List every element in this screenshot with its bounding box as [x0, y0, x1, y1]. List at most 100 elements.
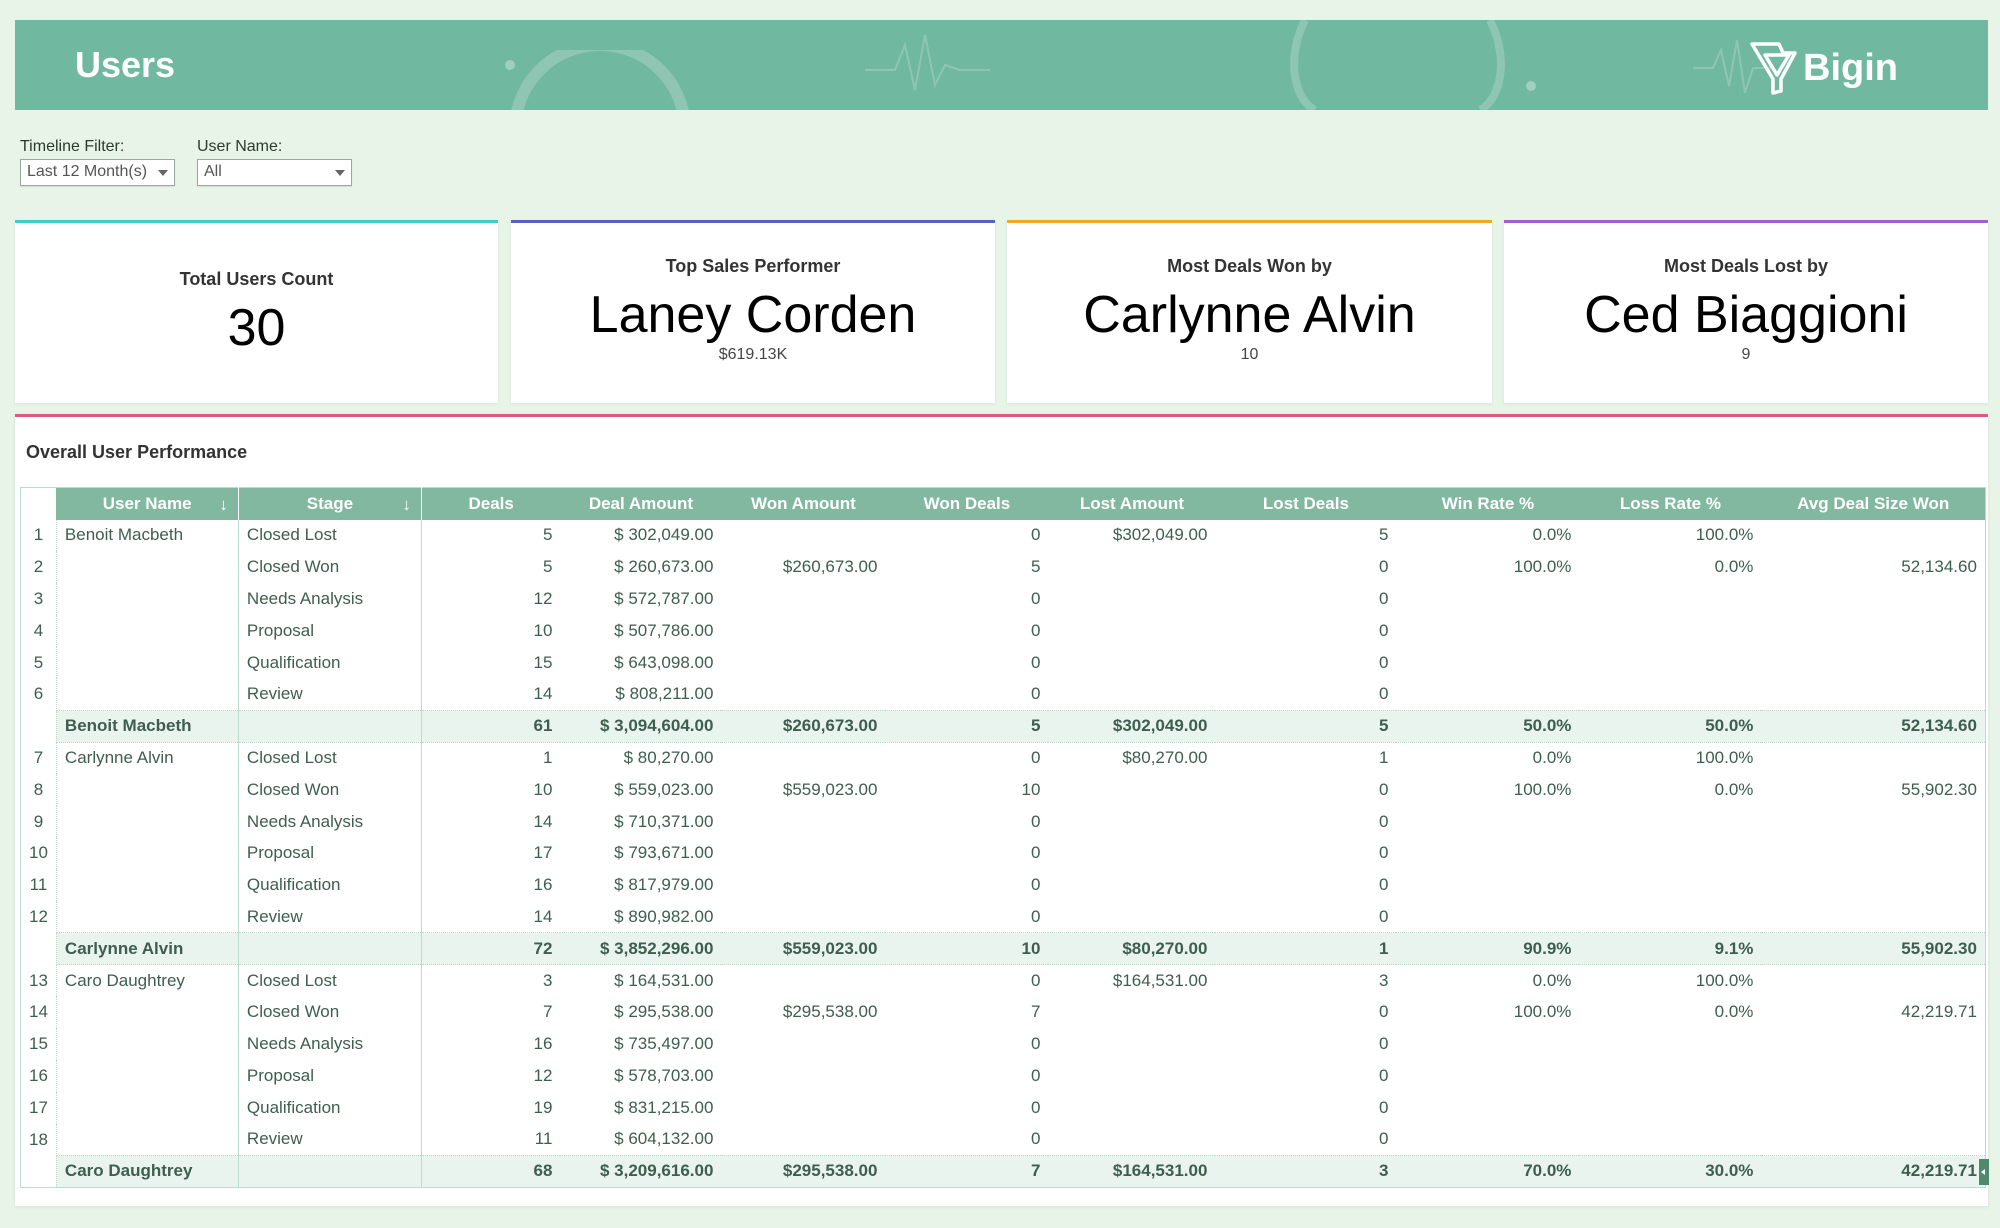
lost-amount-cell: [1048, 901, 1215, 933]
kpi-card-title: Most Deals Won by: [1167, 256, 1332, 276]
column-header-user-name[interactable]: User Name ↓: [56, 487, 239, 520]
table-row[interactable]: 11 Qualification 16 $ 817,979.00 0 0: [20, 869, 1986, 902]
table-row[interactable]: 12 Review 14 $ 890,982.00 0 0: [20, 901, 1986, 933]
won-deals-cell: 0: [1030, 1129, 1041, 1149]
user-name-cell: Carlynne Alvin: [56, 742, 239, 774]
lost-amount-cell: [1048, 551, 1215, 583]
won-amount-cell: [721, 837, 885, 869]
row-number: 17: [20, 1091, 57, 1124]
deals-cell: 10: [533, 620, 553, 640]
win-rate-cell: [1396, 1060, 1579, 1092]
row-number: 7: [20, 742, 57, 774]
win-rate-cell: 50.0%: [1396, 709, 1580, 743]
loss-rate-cell: 0.0%: [1714, 779, 1754, 799]
column-header-deals[interactable]: Deals: [421, 487, 561, 520]
table-row[interactable]: 5 Qualification 15 $ 643,098.00 0 0: [20, 646, 1986, 679]
stage-cell: [238, 932, 422, 966]
avg-deal-size-won-cell: 42,219.71: [1901, 1002, 1977, 1022]
row-number: 10: [20, 837, 57, 870]
loss-rate-cell: [1579, 837, 1761, 869]
lost-deals-cell: 0: [1378, 843, 1389, 863]
table-row[interactable]: 4 Proposal 10 $ 507,786.00 0 0: [20, 614, 1986, 647]
won-deals-cell: 7: [885, 1154, 1049, 1188]
stage-cell: Proposal: [238, 614, 422, 647]
column-header-won-deals[interactable]: Won Deals: [885, 487, 1049, 520]
table-row[interactable]: 16 Proposal 12 $ 578,703.00 0 0: [20, 1060, 1986, 1092]
collapse-panel-handle-icon[interactable]: [1978, 1158, 1989, 1185]
avg-deal-size-won-cell: 52,134.60: [1761, 709, 1986, 743]
table-row[interactable]: 1 Benoit Macbeth Closed Lost 5 $ 302,049.00 0…: [20, 519, 1986, 552]
decorative-ring-icon: [1290, 20, 1505, 110]
table-row[interactable]: 8 Closed Won 10 $ 559,023.00 $559,023.00 10 0 1…: [20, 773, 1986, 806]
timeline-filter: Timeline Filter: Last 12 Month(s): [20, 138, 175, 186]
win-rate-cell: 100.0%: [1513, 1002, 1572, 1022]
user-name-filter-label: User Name:: [197, 138, 283, 155]
user-name-cell: [56, 1091, 239, 1124]
deal-amount-cell: $ 295,538.00: [614, 1002, 714, 1022]
won-deals-cell: 0: [1030, 748, 1041, 768]
table-row[interactable]: 2 Closed Won 5 $ 260,673.00 $260,673.00 5 0 100…: [20, 551, 1986, 584]
deal-amount-cell: $ 831,215.00: [614, 1097, 714, 1117]
avg-deal-size-won-cell: [1761, 742, 1985, 774]
table-row[interactable]: 3 Needs Analysis 12 $ 572,787.00 0 0: [20, 583, 1986, 615]
table-row[interactable]: 7 Carlynne Alvin Closed Lost 1 $ 80,270.00 0 $…: [20, 742, 1986, 774]
table-row[interactable]: 14 Closed Won 7 $ 295,538.00 $295,538.00 7 0 10…: [20, 996, 1986, 1029]
won-deals-cell: 7: [1030, 1002, 1041, 1022]
timeline-filter-value: Last 12 Month(s): [27, 163, 148, 180]
lost-deals-cell: 0: [1378, 1065, 1389, 1085]
column-header-win-rate[interactable]: Win Rate %: [1396, 487, 1580, 520]
user-name-filter-select[interactable]: All: [197, 159, 352, 186]
row-number: 18: [20, 1123, 57, 1156]
avg-deal-size-won-cell: [1761, 1124, 1985, 1156]
subtotal-row[interactable]: Caro Daughtrey 68 $ 3,209,616.00 $295,538.0…: [20, 1154, 1989, 1188]
lost-amount-cell: $302,049.00: [1112, 525, 1208, 545]
loss-rate-cell: [1579, 1060, 1761, 1092]
decorative-dot-icon: [1526, 81, 1536, 91]
win-rate-cell: 90.9%: [1396, 932, 1580, 966]
column-header-avg-deal-size-won[interactable]: Avg Deal Size Won: [1761, 487, 1986, 520]
won-deals-cell: 0: [1030, 1065, 1041, 1085]
table-row[interactable]: 17 Qualification 19 $ 831,215.00 0 0: [20, 1091, 1986, 1124]
deal-amount-cell: $ 808,211.00: [615, 684, 714, 704]
column-header-stage[interactable]: Stage ↓: [238, 487, 422, 520]
table-row[interactable]: 10 Proposal 17 $ 793,671.00 0 0: [20, 837, 1986, 870]
won-deals-cell: 0: [1030, 525, 1041, 545]
won-deals-cell: 0: [1030, 620, 1041, 640]
win-rate-cell: [1396, 901, 1579, 933]
avg-deal-size-won-cell: [1761, 615, 1985, 647]
subtotal-row[interactable]: Carlynne Alvin 72 $ 3,852,296.00 $559,023.0…: [20, 932, 1986, 966]
table-row[interactable]: 13 Caro Daughtrey Closed Lost 3 $ 164,531.00…: [20, 964, 1986, 997]
loss-rate-cell: [1579, 1124, 1761, 1156]
sort-arrow-icon[interactable]: ↓: [219, 495, 228, 515]
table-body: 1 Benoit Macbeth Closed Lost 5 $ 302,049.00 0…: [20, 519, 1989, 1188]
user-name-cell: Carlynne Alvin: [56, 932, 239, 966]
loss-rate-cell: 0.0%: [1714, 557, 1754, 577]
sort-arrow-icon[interactable]: ↓: [402, 495, 411, 515]
won-deals-cell: 0: [1030, 1034, 1041, 1054]
table-row[interactable]: 9 Needs Analysis 14 $ 710,371.00 0 0: [20, 805, 1986, 838]
lost-amount-cell: [1048, 774, 1215, 806]
timeline-filter-select[interactable]: Last 12 Month(s): [20, 159, 175, 186]
won-amount-cell: [721, 678, 885, 710]
win-rate-cell: [1396, 583, 1579, 615]
table-row[interactable]: 15 Needs Analysis 16 $ 735,497.00 0 0: [20, 1028, 1986, 1061]
deal-amount-cell: $ 817,979.00: [614, 875, 714, 895]
avg-deal-size-won-cell: [1761, 647, 1985, 679]
subtotal-row[interactable]: Benoit Macbeth 61 $ 3,094,604.00 $260,673.0…: [20, 709, 1986, 743]
column-header-loss-rate[interactable]: Loss Rate %: [1579, 487, 1762, 520]
avg-deal-size-won-cell: 52,134.60: [1901, 557, 1977, 577]
won-amount-cell: $260,673.00: [721, 709, 886, 743]
column-header-deal-amount[interactable]: Deal Amount: [560, 487, 722, 520]
table-row[interactable]: 6 Review 14 $ 808,211.00 0 0: [20, 678, 1986, 711]
lost-deals-cell: 0: [1378, 811, 1389, 831]
deal-amount-cell: $ 793,671.00: [614, 843, 714, 863]
column-header-lost-deals[interactable]: Lost Deals: [1215, 487, 1397, 520]
won-deals-cell: 0: [1030, 652, 1041, 672]
won-deals-cell: 0: [1030, 875, 1041, 895]
column-header-won-amount[interactable]: Won Amount: [721, 487, 886, 520]
table-row[interactable]: 18 Review 11 $ 604,132.00 0 0: [20, 1123, 1986, 1156]
stage-cell: Closed Won: [238, 773, 422, 806]
won-amount-cell: $295,538.00: [782, 1002, 878, 1022]
column-header-lost-amount[interactable]: Lost Amount: [1048, 487, 1216, 520]
kpi-card-most-deals-won: Most Deals Won by Carlynne Alvin 10: [1007, 220, 1492, 403]
